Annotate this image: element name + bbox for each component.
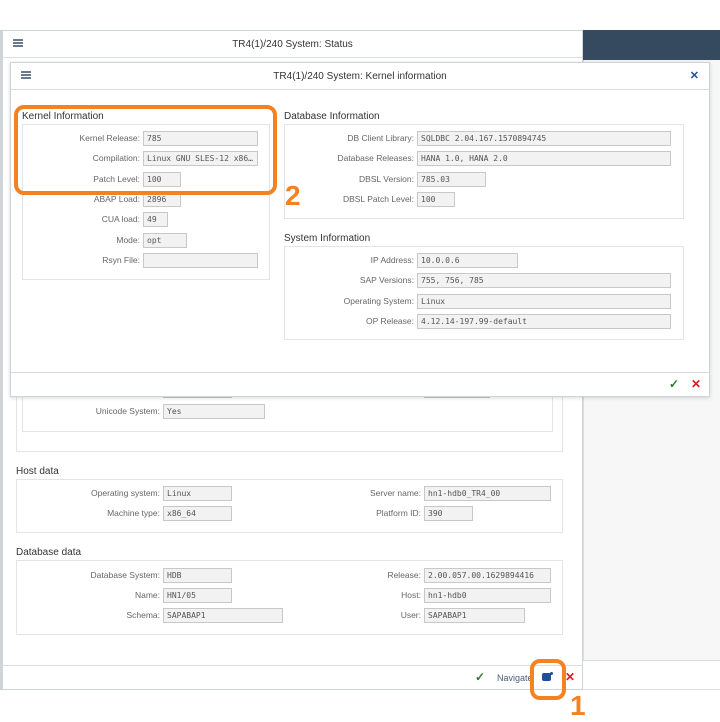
status-window-titlebar: TR4(1)/240 System: Status xyxy=(3,31,582,58)
field-input[interactable]: 4.12.14-197.99-default xyxy=(417,313,671,329)
field-label: IP Address: xyxy=(370,255,414,265)
footer-divider xyxy=(3,665,583,666)
dialog-titlebar: TR4(1)/240 System: Kernel information ✕ xyxy=(11,63,709,90)
field-input[interactable]: x86_64 xyxy=(163,506,232,521)
field-input[interactable]: 755, 756, 785 xyxy=(417,273,671,289)
field-input[interactable]: 2.00.057.00.1629894416 xyxy=(424,568,551,583)
field-input[interactable]: hn1-hdb0 xyxy=(424,588,551,603)
field-input[interactable]: Linux xyxy=(417,293,671,309)
close-icon[interactable]: ✕ xyxy=(565,670,575,684)
step-1-label: 1 xyxy=(570,690,586,721)
field-label: Database System: xyxy=(90,570,160,580)
field-label: DB Client Library: xyxy=(347,133,414,143)
field-label: Operating System: xyxy=(343,295,414,306)
field-input[interactable]: 390 xyxy=(424,506,473,521)
field-label: Machine type: xyxy=(107,508,160,518)
highlight-popup-button xyxy=(530,659,566,700)
field-label: User: xyxy=(400,610,421,620)
field-label: Mode: xyxy=(116,234,140,245)
background-footer xyxy=(583,660,720,690)
field-label: Database Releases: xyxy=(337,153,414,164)
field-input[interactable]: SQLDBC 2.04.167.1570894745 xyxy=(417,131,671,146)
field-input[interactable]: 785.03 xyxy=(417,171,486,187)
menu-icon[interactable] xyxy=(13,39,23,47)
field-label: SAP Versions: xyxy=(359,275,414,286)
field-input[interactable]: hn1-hdb0_TR4_00 xyxy=(424,486,551,501)
field-label: DBSL Version: xyxy=(359,173,414,184)
field-label: Name: xyxy=(134,590,160,600)
field-input[interactable]: SAPABAP1 xyxy=(163,608,283,623)
step-2-label: 2 xyxy=(285,180,301,211)
field-label: Unicode System: xyxy=(95,406,160,416)
window-title: TR4(1)/240 System: Status xyxy=(232,38,353,50)
shell-header xyxy=(583,30,720,60)
field-input[interactable]: 100 xyxy=(417,191,455,207)
field-input[interactable]: HDB xyxy=(163,568,232,583)
checkmark-icon[interactable]: ✓ xyxy=(475,670,485,684)
dialog-footer-divider xyxy=(11,372,709,373)
field-input[interactable]: SAPABAP1 xyxy=(424,608,525,623)
field-label: Release: xyxy=(387,570,421,580)
field-label: Server name: xyxy=(369,488,421,498)
field-label: Rsyn File: xyxy=(102,254,140,265)
field-label: Schema: xyxy=(126,610,160,620)
navigate-button[interactable]: Navigate xyxy=(497,673,530,683)
section-title: System Information xyxy=(284,233,371,244)
field-input[interactable]: Yes xyxy=(163,404,265,419)
field-input[interactable] xyxy=(143,252,258,268)
field-input[interactable]: opt xyxy=(143,232,187,248)
highlight-kernel-info xyxy=(14,105,277,195)
section-title: Database data xyxy=(16,547,82,558)
checkmark-icon[interactable]: ✓ xyxy=(669,377,679,391)
field-label: Operating system: xyxy=(91,488,160,498)
menu-icon[interactable] xyxy=(21,71,31,79)
close-icon[interactable]: ✕ xyxy=(690,69,699,82)
field-input[interactable]: HN1/05 xyxy=(163,588,232,603)
field-label: OP Release: xyxy=(365,315,414,326)
section-title: Database Information xyxy=(284,111,380,122)
field-input[interactable]: 10.0.0.6 xyxy=(417,253,518,268)
dialog-title: TR4(1)/240 System: Kernel information xyxy=(273,70,447,82)
field-label: Host: xyxy=(401,590,421,600)
cancel-icon[interactable]: ✕ xyxy=(691,377,701,391)
field-input[interactable]: Linux xyxy=(163,486,232,501)
field-label: CUA load: xyxy=(101,214,140,225)
field-input[interactable]: HANA 1.0, HANA 2.0 xyxy=(417,151,671,167)
field-input[interactable]: 49 xyxy=(143,212,168,228)
section-title: Host data xyxy=(16,466,59,477)
field-label: DBSL Patch Level: xyxy=(342,193,414,204)
field-label: Platform ID: xyxy=(376,508,421,518)
